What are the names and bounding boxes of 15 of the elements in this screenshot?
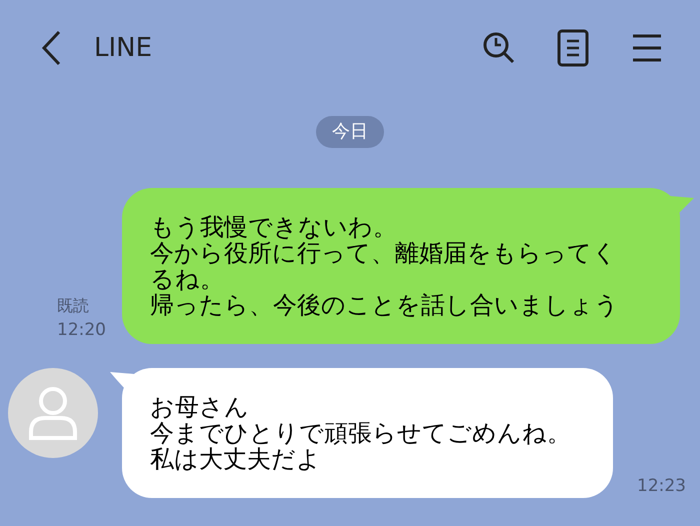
search-icon[interactable]	[482, 31, 516, 65]
note-icon[interactable]	[556, 29, 590, 67]
message-text: 私は大丈夫だよ	[150, 446, 322, 472]
message-text: るね。	[150, 266, 225, 292]
message-text: 今までひとりで頑張らせてごめんね。	[150, 420, 572, 446]
message-text: 帰ったら、今後のことを話し合いましょう	[150, 292, 620, 318]
message-time: 12:20	[57, 319, 106, 342]
date-label: 今日	[316, 116, 384, 148]
message-text: もう我慢できないわ。	[150, 214, 398, 240]
read-receipt: 既読	[57, 295, 89, 317]
chat-title: LINE	[94, 32, 152, 64]
person-icon	[28, 386, 78, 440]
message-time: 12:23	[637, 475, 686, 498]
message-text: お母さん	[150, 394, 250, 420]
message-text: 今から役所に行って、離婚届をもらってく	[150, 240, 618, 266]
